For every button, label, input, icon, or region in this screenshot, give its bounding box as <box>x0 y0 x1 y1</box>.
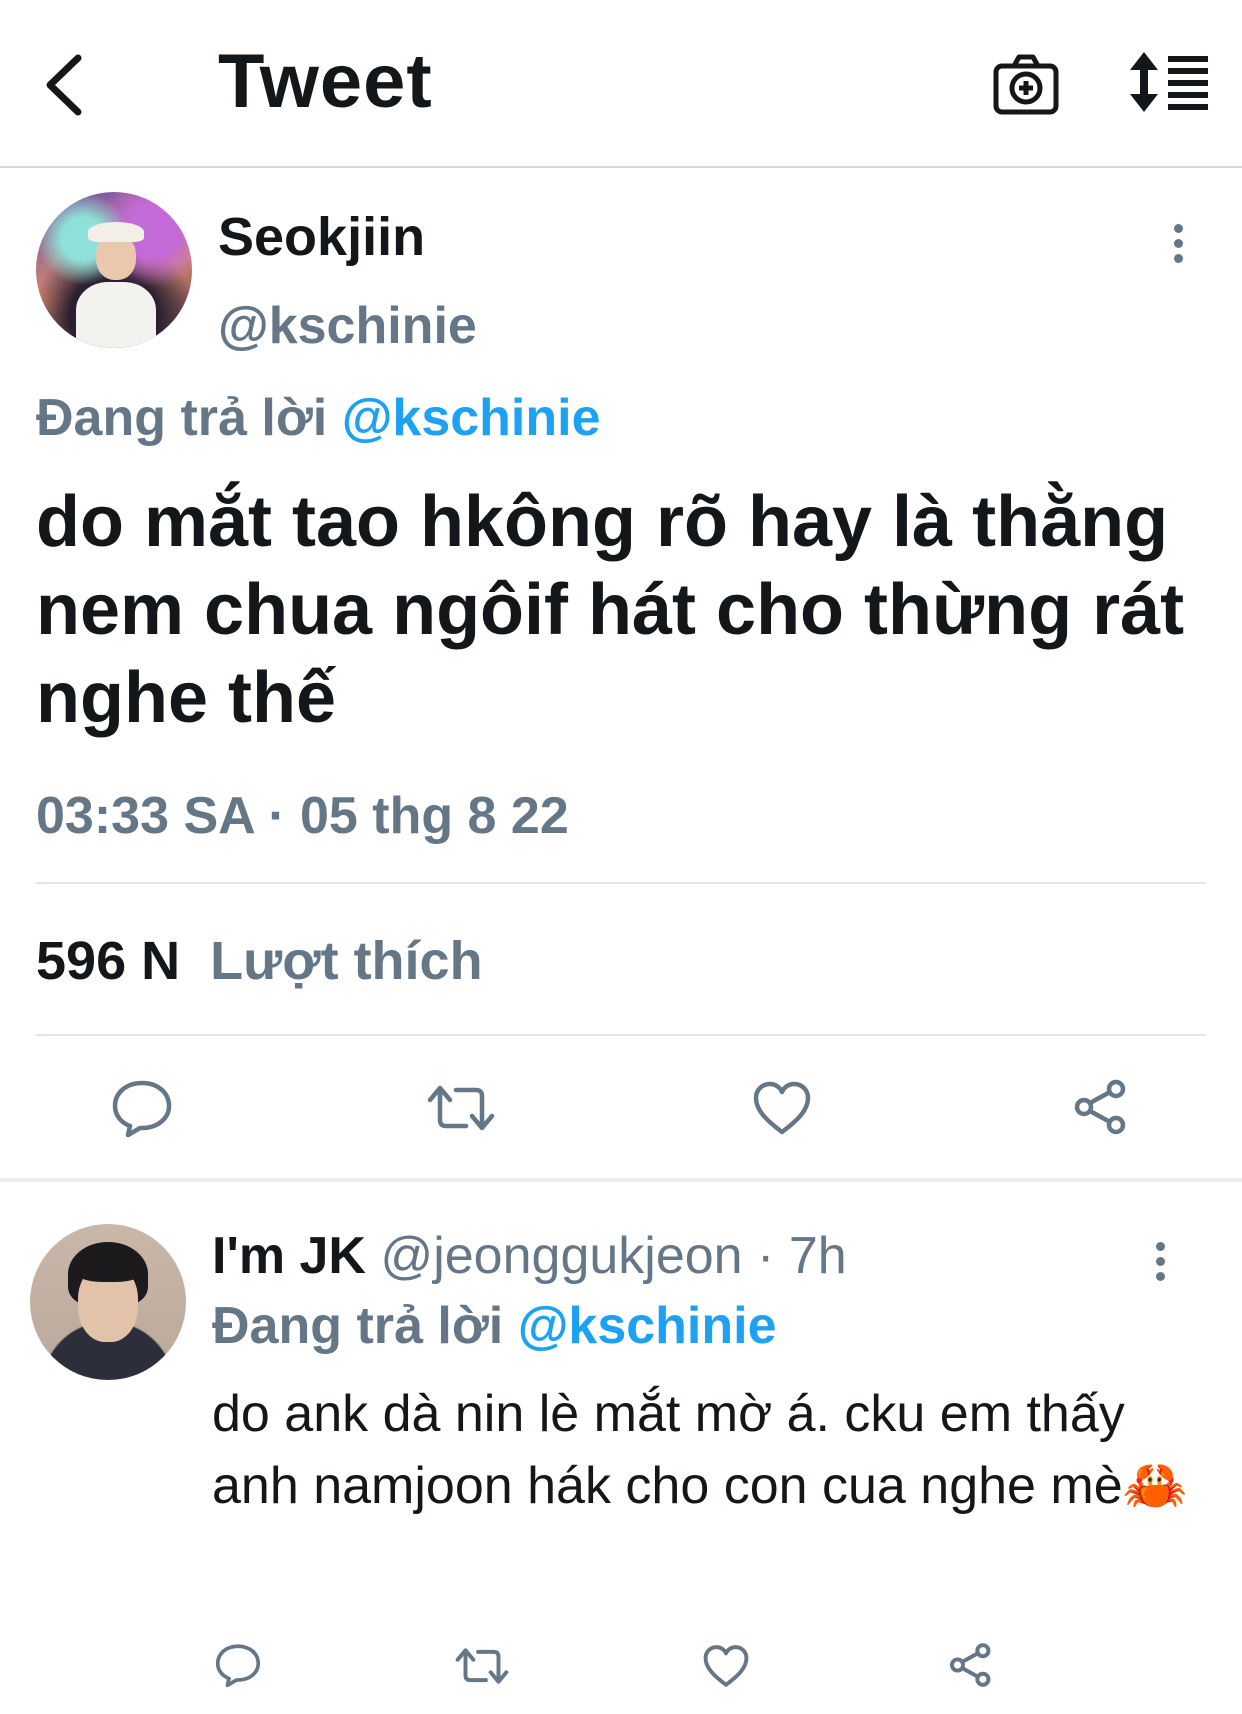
reply-author-name[interactable]: I'm JK <box>212 1227 366 1285</box>
top-bar: Tweet <box>0 0 1242 168</box>
reply-replying-to: Đang trả lời @kschinie <box>212 1296 777 1356</box>
back-button[interactable] <box>38 50 98 120</box>
camera-button[interactable] <box>992 50 1060 118</box>
chevron-left-icon <box>46 54 82 116</box>
likes-count: 596 N <box>36 931 181 991</box>
replying-prefix: Đang trả lời <box>212 1297 504 1355</box>
sort-list-icon <box>1130 52 1208 112</box>
avatar-figure <box>76 282 156 348</box>
reply-text: do ank dà nin lè mắt mờ á. cku em thấy a… <box>212 1385 1188 1515</box>
reply-icon <box>215 1644 261 1688</box>
divider <box>36 1034 1206 1036</box>
sort-button[interactable] <box>1130 52 1210 112</box>
more-dot-icon <box>1173 239 1183 248</box>
reply-author-avatar[interactable] <box>30 1224 186 1380</box>
reply-separator: · <box>742 1227 789 1285</box>
divider <box>36 882 1206 884</box>
retweet-button[interactable] <box>426 1080 496 1136</box>
reply-reply-button[interactable] <box>214 1642 262 1688</box>
reply-author-handle[interactable]: @jeonggukjeon <box>380 1227 742 1285</box>
replying-mention-link[interactable]: @kschinie <box>342 389 601 447</box>
more-dot-icon <box>1155 1242 1165 1251</box>
more-dot-icon <box>1155 1257 1165 1266</box>
like-icon <box>753 1081 811 1135</box>
replying-prefix: Đang trả lời <box>36 389 328 447</box>
camera-add-icon <box>993 54 1059 115</box>
avatar-hat <box>88 222 144 242</box>
tweet-text: do mắt tao hkông rõ hay là thằng nem chu… <box>36 482 1185 738</box>
retweet-icon <box>455 1648 509 1684</box>
page-title: Tweet <box>218 39 433 124</box>
replying-to: Đang trả lời @kschinie <box>36 388 601 448</box>
replying-mention-link[interactable]: @kschinie <box>518 1297 777 1355</box>
reply-more-button[interactable] <box>1150 1242 1170 1286</box>
reply-share-button[interactable] <box>948 1642 994 1688</box>
retweet-icon <box>427 1085 495 1131</box>
tweet-timestamp: 03:33 SA · 05 thg 8 22 <box>36 787 569 845</box>
avatar-fringe <box>74 1254 144 1282</box>
author-handle[interactable]: @kschinie <box>218 296 477 356</box>
likes-label: Lượt thích <box>210 931 483 991</box>
author-avatar[interactable] <box>36 192 192 348</box>
like-button[interactable] <box>752 1080 812 1136</box>
section-divider <box>0 1178 1242 1182</box>
like-icon <box>703 1645 749 1687</box>
reply-button[interactable] <box>110 1078 174 1138</box>
author-name[interactable]: Seokjiin <box>218 206 425 268</box>
reply-icon <box>112 1080 172 1138</box>
more-dot-icon <box>1155 1272 1165 1281</box>
reply-retweet-button[interactable] <box>454 1644 510 1688</box>
reply-time: 7h <box>788 1227 847 1285</box>
more-dot-icon <box>1173 224 1183 233</box>
share-icon <box>949 1643 991 1687</box>
reply-like-button[interactable] <box>702 1644 750 1688</box>
reply-header: I'm JK @jeonggukjeon · 7h <box>212 1226 847 1286</box>
more-dot-icon <box>1173 254 1183 263</box>
likes-stat[interactable]: 596 N Lượt thích <box>36 930 483 992</box>
share-button[interactable] <box>1072 1078 1130 1136</box>
tweet-more-button[interactable] <box>1168 224 1188 268</box>
share-icon <box>1074 1079 1126 1135</box>
